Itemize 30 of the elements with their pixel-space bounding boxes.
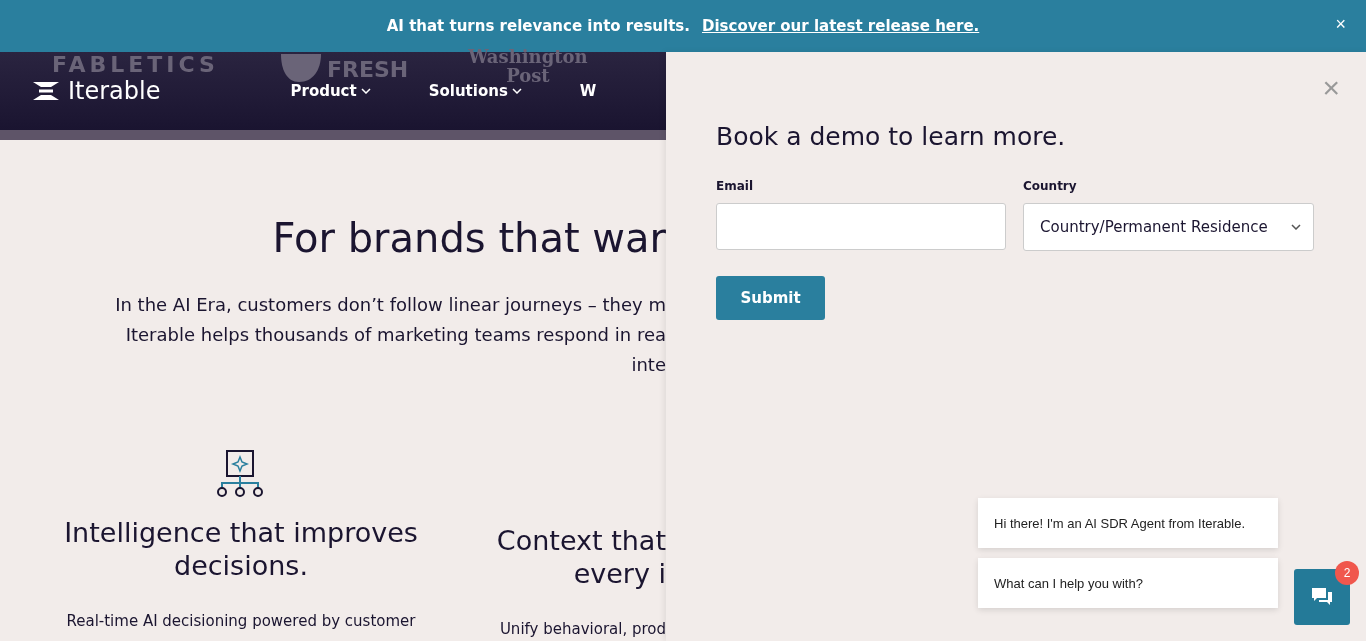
feature-title: Intelligence that improves decisions. — [64, 516, 418, 582]
nav-item[interactable]: W — [579, 82, 597, 100]
feature-text: Unify behavioral, prod — [499, 620, 666, 638]
country-dropdown[interactable]: Country/Permanent Residence — [1023, 203, 1314, 251]
close-button[interactable]: × — [1331, 14, 1350, 35]
hero-text: In the AI Era, customers don’t follow linear journeys – they m — [114, 293, 666, 317]
chat-message: What can I help you with? — [978, 558, 1278, 608]
field-label: Email — [716, 179, 755, 193]
hierarchy-icon — [217, 450, 265, 498]
panel-title: Book a demo to learn more. — [716, 122, 1067, 151]
chat-message: Hi there! I'm an AI SDR Agent from Iterable. — [978, 498, 1278, 548]
logo-text: FABLETICS — [52, 52, 219, 77]
hero-heading: For brands that war — [271, 214, 666, 263]
brand-name: Iterable — [68, 77, 161, 105]
logo-text: Washington — [468, 48, 588, 67]
chat-button[interactable] — [1294, 569, 1350, 625]
submit-button[interactable]: Submit — [716, 276, 825, 320]
chat-icon — [1311, 587, 1333, 607]
chevron-down-icon — [1291, 224, 1301, 230]
release-link[interactable]: Discover our latest release here. — [702, 17, 980, 35]
hero-text: inte — [630, 353, 666, 377]
nav-item[interactable]: Product — [290, 82, 371, 100]
email-field[interactable] — [716, 203, 1006, 250]
field-label: Country — [1023, 179, 1078, 193]
logo-text: FRESH — [326, 56, 409, 82]
announcement-text: AI that turns relevance into results. — [386, 17, 690, 35]
feature-title: Context that every i — [496, 524, 666, 590]
hero-text: Iterable helps thousands of marketing teams respond in rea — [124, 323, 666, 347]
feature-text: Real-time AI decisioning powered by customer — [66, 612, 416, 630]
logo-icon — [32, 81, 60, 101]
